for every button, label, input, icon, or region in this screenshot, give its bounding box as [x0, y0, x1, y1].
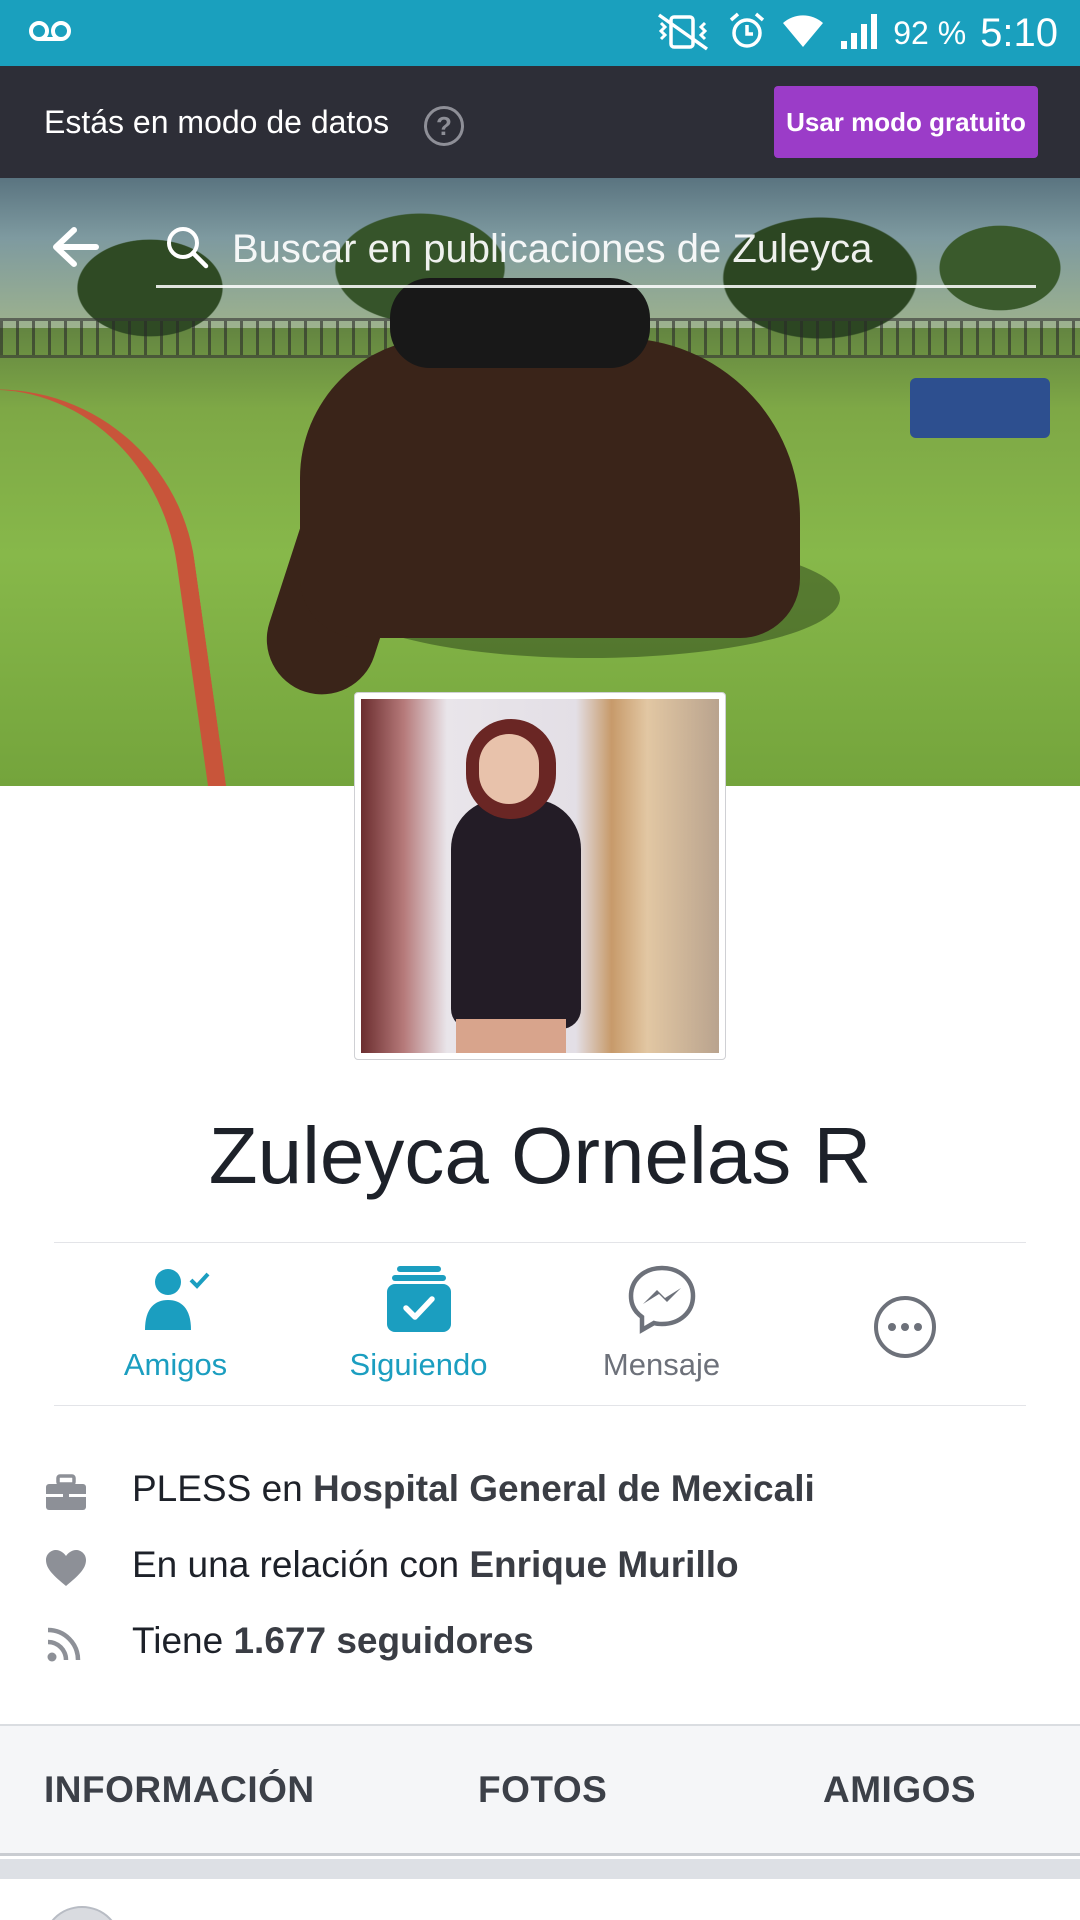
heart-icon: [44, 1548, 88, 1588]
message-label: Mensaje: [602, 1347, 721, 1382]
tab-amigos[interactable]: AMIGOS: [823, 1726, 976, 1854]
profile-tabs: INFORMACIÓN FOTOS AMIGOS: [0, 1724, 1080, 1856]
following-label: Siguiendo: [349, 1347, 488, 1382]
data-mode-message: Estás en modo de datos: [44, 103, 390, 140]
more-options-icon: [872, 1291, 938, 1363]
next-card: [0, 1879, 1080, 1920]
profile-name: Zuleyca Ornelas R: [208, 1111, 872, 1200]
vibrate-off-icon: [653, 11, 713, 56]
back-arrow-icon[interactable]: [50, 222, 100, 272]
search-input[interactable]: [232, 214, 1022, 284]
profile-picture[interactable]: [354, 692, 726, 1060]
more-options-button[interactable]: [783, 1243, 1026, 1407]
info-followers: Tiene 1.677 seguidores: [0, 1612, 1080, 1672]
friends-label: Amigos: [123, 1347, 228, 1382]
followers-prefix: Tiene: [132, 1620, 234, 1661]
message-button[interactable]: Mensaje: [540, 1243, 783, 1407]
voicemail-icon: [28, 14, 72, 53]
following-inbox-check-icon: [384, 1263, 454, 1335]
work-place-link[interactable]: Hospital General de Mexicali: [313, 1468, 815, 1509]
signal-icon: [839, 11, 879, 56]
relationship-prefix: En una relación con: [132, 1544, 470, 1585]
friends-button[interactable]: Amigos: [54, 1243, 297, 1407]
search-bar: [156, 214, 1036, 288]
relationship-partner-link[interactable]: Enrique Murillo: [469, 1544, 738, 1585]
friends-check-icon: [141, 1263, 211, 1335]
briefcase-icon: [44, 1472, 88, 1512]
wifi-icon: [781, 13, 825, 54]
profile-actions: Amigos Siguiendo Mensaje: [54, 1242, 1026, 1406]
section-divider: [0, 1859, 1080, 1879]
alarm-icon: [727, 11, 767, 56]
status-bar: 92 % 5:10: [0, 0, 1080, 66]
info-relationship: En una relación con Enrique Murillo: [0, 1536, 1080, 1596]
tab-informacion[interactable]: INFORMACIÓN: [44, 1726, 315, 1854]
search-icon: [164, 224, 210, 270]
info-work: PLESS en Hospital General de Mexicali: [0, 1460, 1080, 1520]
messenger-icon: [627, 1263, 697, 1335]
following-button[interactable]: Siguiendo: [297, 1243, 540, 1407]
followers-count-link[interactable]: 1.677 seguidores: [233, 1620, 533, 1661]
work-prefix: PLESS en: [132, 1468, 314, 1509]
rss-followers-icon: [44, 1624, 88, 1664]
battery-percent: 92 %: [893, 14, 967, 51]
clock-time: 5:10: [980, 10, 1058, 55]
help-icon[interactable]: ?: [424, 106, 464, 146]
tab-fotos[interactable]: FOTOS: [478, 1726, 607, 1854]
free-mode-button[interactable]: Usar modo gratuito: [774, 86, 1038, 158]
